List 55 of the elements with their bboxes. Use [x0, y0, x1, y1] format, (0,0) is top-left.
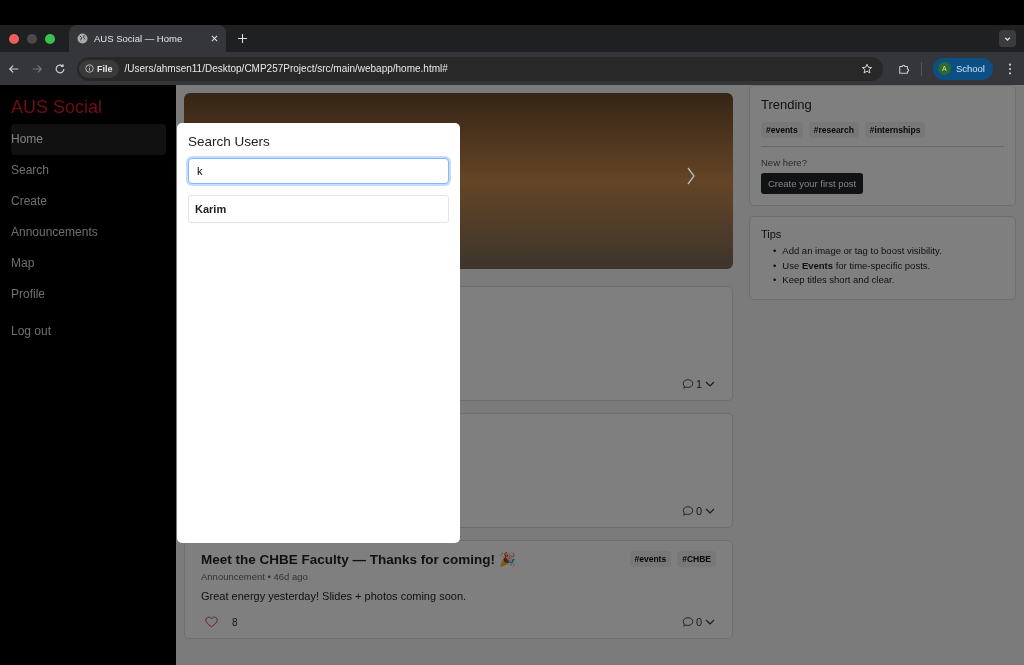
bookmark-star-icon[interactable] — [860, 62, 873, 75]
info-icon — [85, 64, 94, 73]
url-text: /Users/ahmsen11/Desktop/CMP257Project/src/main/webapp/home.html# — [124, 63, 448, 74]
maximize-window-icon[interactable] — [45, 33, 55, 44]
prompt-text: New here? — [761, 157, 808, 168]
tab-search-icon[interactable] — [999, 30, 1016, 47]
comment-icon — [681, 505, 694, 517]
nav-item[interactable]: Search — [11, 155, 166, 186]
comment-icon — [681, 378, 694, 390]
close-tab-icon[interactable] — [211, 35, 218, 42]
puzzle-icon[interactable] — [897, 62, 910, 75]
forward-icon[interactable] — [31, 62, 43, 75]
chevron-right-icon[interactable] — [686, 165, 696, 187]
search-field[interactable]: k — [188, 158, 449, 184]
comments-toggle[interactable]: 0 — [681, 616, 716, 628]
globe-icon — [77, 33, 88, 44]
nav-item[interactable]: Create — [11, 186, 166, 217]
bullet: • — [773, 244, 777, 258]
tab-title: AUS Social — Home — [94, 33, 184, 44]
more-menu-icon[interactable] — [1008, 62, 1012, 75]
post-meta: Announcement • 46d ago — [201, 571, 309, 582]
user-result[interactable]: Karim — [188, 195, 449, 223]
comments-toggle[interactable]: 0 — [681, 505, 716, 517]
nav-item[interactable]: Map — [11, 248, 166, 279]
tag[interactable]: #internships — [864, 122, 926, 138]
modal-title: Search Users — [188, 134, 271, 149]
tip-text: Use Events for time-specific posts. — [782, 258, 931, 273]
tip-text: Keep titles short and clear. — [782, 273, 895, 287]
bullet: • — [773, 273, 777, 287]
nav-item[interactable]: Announcements — [11, 217, 166, 248]
like-count: 8 — [232, 616, 238, 628]
tag[interactable]: #research — [808, 122, 859, 138]
close-window-icon[interactable] — [9, 33, 19, 44]
tag[interactable]: #CHBE — [677, 551, 716, 567]
browser-tab[interactable]: AUS Social — Home — [69, 25, 226, 52]
comments-toggle[interactable]: 1 — [681, 378, 716, 390]
new-tab-icon[interactable] — [238, 34, 247, 43]
bullet: • — [773, 258, 777, 273]
create-post-button[interactable]: Create your first post — [761, 173, 864, 194]
tag[interactable]: #events — [629, 551, 672, 567]
logout-link[interactable]: Log out — [11, 316, 166, 347]
card-title: Tips — [761, 228, 783, 240]
back-icon[interactable] — [8, 62, 20, 75]
address-bar[interactable]: File /Users/ahmsen11/Desktop/CMP257Project/src/main/webapp/home.html# — [77, 56, 883, 81]
card-title: Trending — [761, 97, 813, 112]
post-title: Meet the CHBE Faculty — Thanks for coming! 🎉 — [201, 551, 517, 567]
brand-title: AUS Social — [11, 97, 104, 118]
tag[interactable]: #events — [761, 122, 803, 138]
tip-text: Add an image or tag to boost visibility. — [782, 244, 942, 258]
post-body: Great energy yesterday! Slides + photos coming soon. — [201, 590, 468, 602]
site-info-chip[interactable]: File — [79, 59, 119, 78]
nav-item[interactable]: Home — [11, 124, 166, 155]
comment-icon — [681, 616, 694, 628]
nav-item[interactable]: Profile — [11, 279, 166, 310]
reload-icon[interactable] — [54, 62, 66, 75]
